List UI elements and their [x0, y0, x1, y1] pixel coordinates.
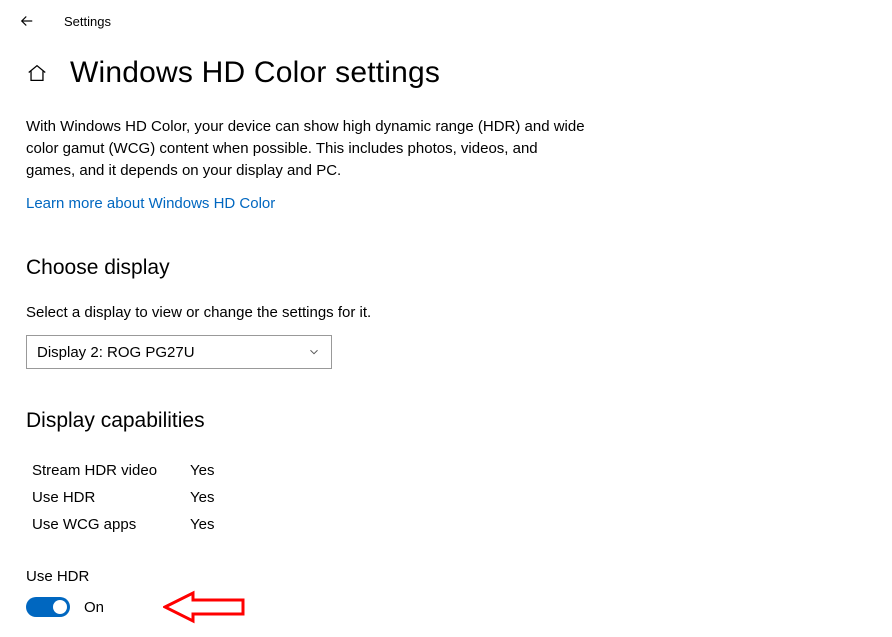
learn-more-link[interactable]: Learn more about Windows HD Color: [26, 195, 275, 212]
home-icon[interactable]: [26, 62, 48, 84]
annotation-arrow-icon: [163, 589, 245, 629]
page-title: Windows HD Color settings: [70, 56, 440, 90]
choose-display-heading: Choose display: [26, 256, 866, 280]
display-dropdown[interactable]: Display 2: ROG PG27U: [26, 335, 332, 369]
capabilities-table: Stream HDR video Yes Use HDR Yes Use WCG…: [26, 457, 866, 538]
cap-value: Yes: [190, 462, 214, 479]
table-row: Stream HDR video Yes: [26, 457, 866, 484]
cap-label: Use HDR: [26, 489, 190, 506]
capabilities-heading: Display capabilities: [26, 409, 866, 433]
table-row: Use WCG apps Yes: [26, 511, 866, 538]
app-title: Settings: [64, 14, 111, 29]
back-button[interactable]: [18, 12, 36, 30]
display-dropdown-value: Display 2: ROG PG27U: [37, 344, 195, 361]
table-row: Use HDR Yes: [26, 484, 866, 511]
page-description: With Windows HD Color, your device can s…: [26, 116, 586, 181]
use-hdr-state: On: [84, 599, 104, 616]
cap-value: Yes: [190, 516, 214, 533]
cap-value: Yes: [190, 489, 214, 506]
cap-label: Stream HDR video: [26, 462, 190, 479]
choose-display-subtext: Select a display to view or change the s…: [26, 304, 866, 321]
cap-label: Use WCG apps: [26, 516, 190, 533]
use-hdr-label: Use HDR: [26, 568, 866, 585]
chevron-down-icon: [307, 345, 321, 359]
toggle-knob: [53, 600, 67, 614]
use-hdr-toggle[interactable]: [26, 597, 70, 617]
